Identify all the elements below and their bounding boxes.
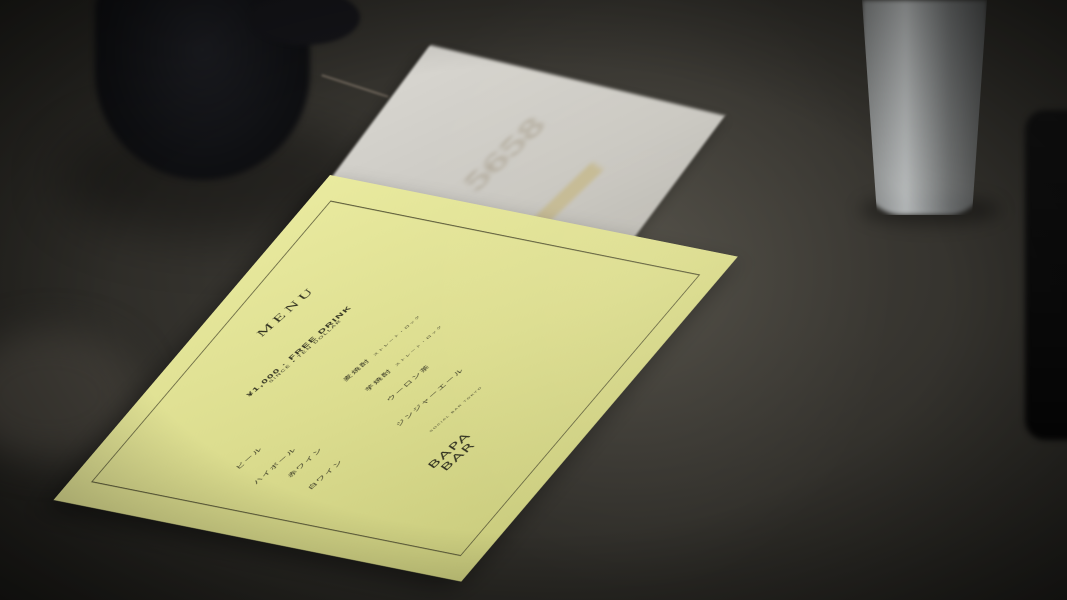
menu-free-drink-note: SINCE ▪ TEN DOLLAR (267, 318, 344, 385)
string (321, 74, 389, 98)
dark-object-right (1025, 110, 1067, 440)
menu-item: ビール (235, 446, 265, 471)
background-card-number: 5658 (458, 112, 552, 197)
menu-card: MENU ¥1,000 · FREE DRINK SINCE ▪ TEN DOL… (53, 175, 738, 582)
menu-item: 白ワイン (307, 458, 345, 491)
menu-title: MENU (254, 284, 319, 340)
plastic-cup (862, 0, 987, 215)
menu-free-drink: ¥1,000 · FREE DRINK (244, 304, 354, 399)
menu-logo: BAPA BAR (426, 431, 482, 477)
menu-content: MENU ¥1,000 · FREE DRINK SINCE ▪ TEN DOL… (53, 175, 737, 582)
menu-item: ジンジャーエール (395, 367, 466, 428)
